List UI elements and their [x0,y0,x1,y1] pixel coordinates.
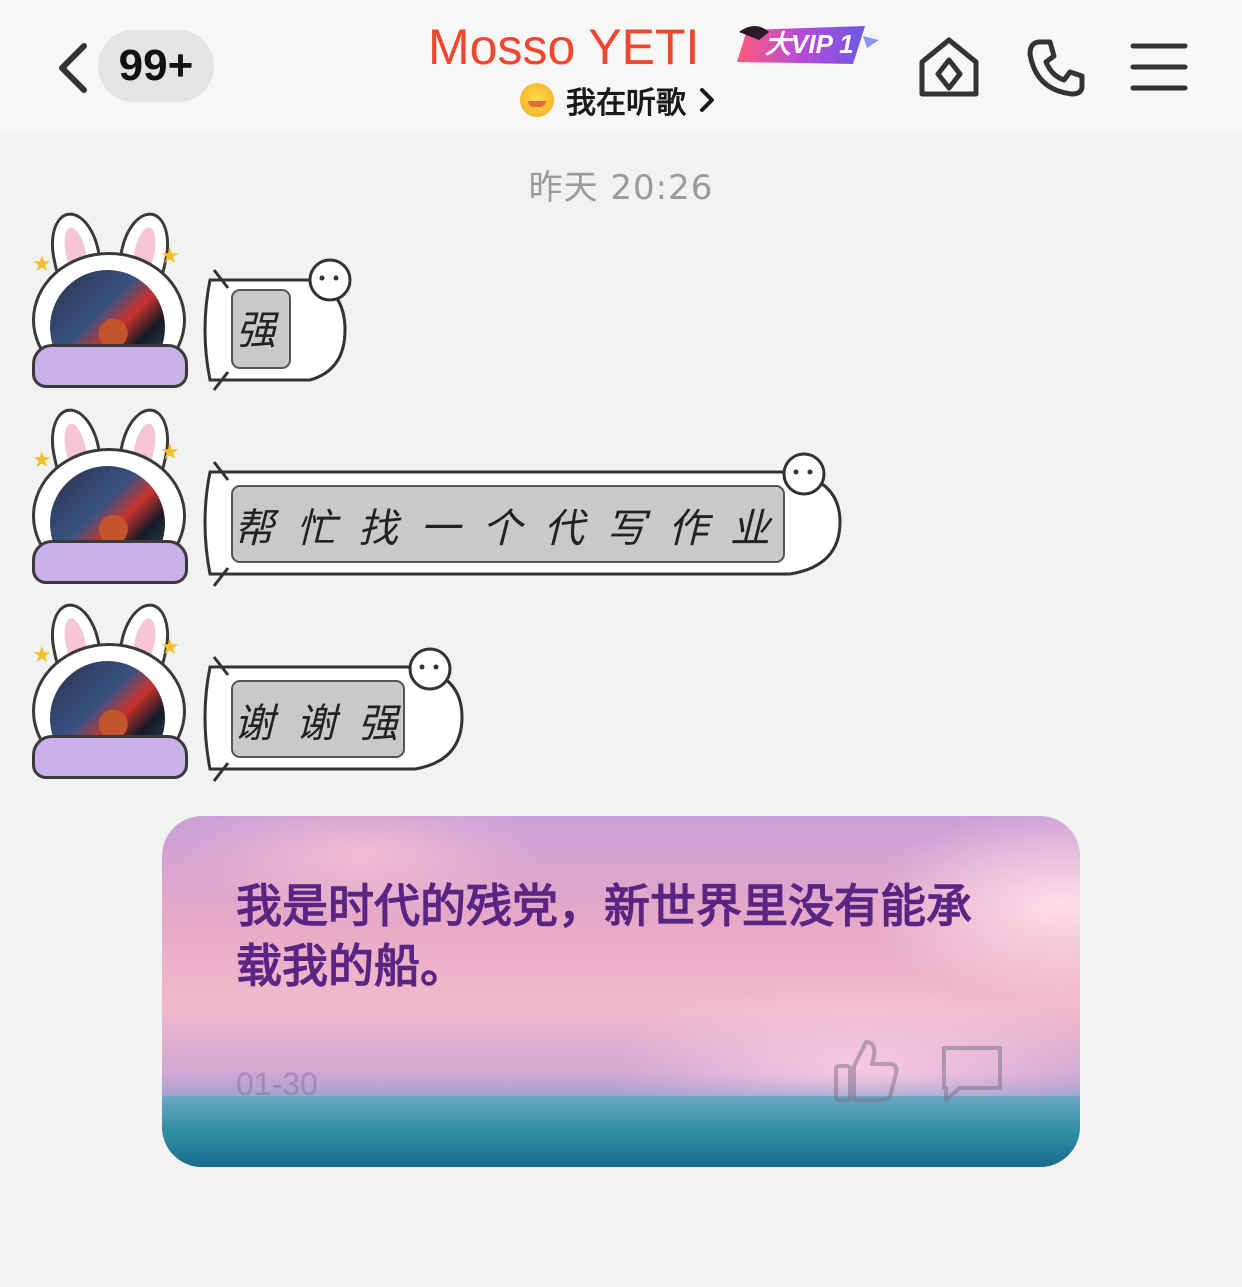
star-icon: ★ [160,244,180,269]
avatar-collar [32,735,188,779]
contact-name[interactable]: Mosso YETI [428,18,699,76]
star-icon: ★ [160,635,180,660]
comment-icon[interactable] [940,1044,1004,1104]
message-bubble[interactable]: 谢谢强 [200,635,470,785]
message-bubble[interactable]: 帮忙找一个代写作业 [200,440,850,590]
status-line[interactable]: 我在听歌 [520,80,716,121]
star-icon: ★ [32,643,52,668]
card-sea [162,1096,1080,1167]
home-diamond-icon[interactable] [918,36,980,98]
contact-avatar[interactable]: ★ ★ [30,403,188,584]
vip-label: 大VIP 1 [765,29,854,59]
quote-card[interactable]: 我是时代的残党，新世界里没有能承载我的船。 01-30 [162,816,1080,1167]
star-icon: ★ [160,440,180,465]
message-text: 谢谢强 [234,701,420,747]
chevron-left-icon [59,43,87,93]
contact-avatar[interactable]: ★ ★ [30,598,188,779]
menu-icon[interactable] [1130,42,1188,92]
message-bubble[interactable]: 强 [200,240,360,400]
thumbs-up-icon[interactable] [832,1036,902,1106]
time-divider: 昨天 20:26 [528,168,714,208]
contact-avatar[interactable]: ★ ★ [30,207,188,388]
vip-badge[interactable]: 大VIP 1 [733,22,879,68]
quote-text: 我是时代的残党，新世界里没有能承载我的船。 [236,879,972,993]
back-button[interactable]: 99+ [48,30,223,102]
avatar-collar [32,344,188,388]
star-icon: ★ [32,448,52,473]
star-icon: ★ [32,252,52,277]
message-text: 强 [236,308,298,354]
music-emoji-icon [520,83,554,117]
message-text: 帮忙找一个代写作业 [234,506,792,552]
phone-icon[interactable] [1026,38,1086,98]
unread-count-badge: 99+ [98,30,214,102]
avatar-collar [32,540,188,584]
chevron-right-icon [700,88,714,112]
chat-header: 99+ Mosso YETI 大VIP 1 我在听歌 [0,0,1242,132]
status-text: 我在听歌 [566,86,686,121]
card-date: 01-30 [236,1066,318,1102]
